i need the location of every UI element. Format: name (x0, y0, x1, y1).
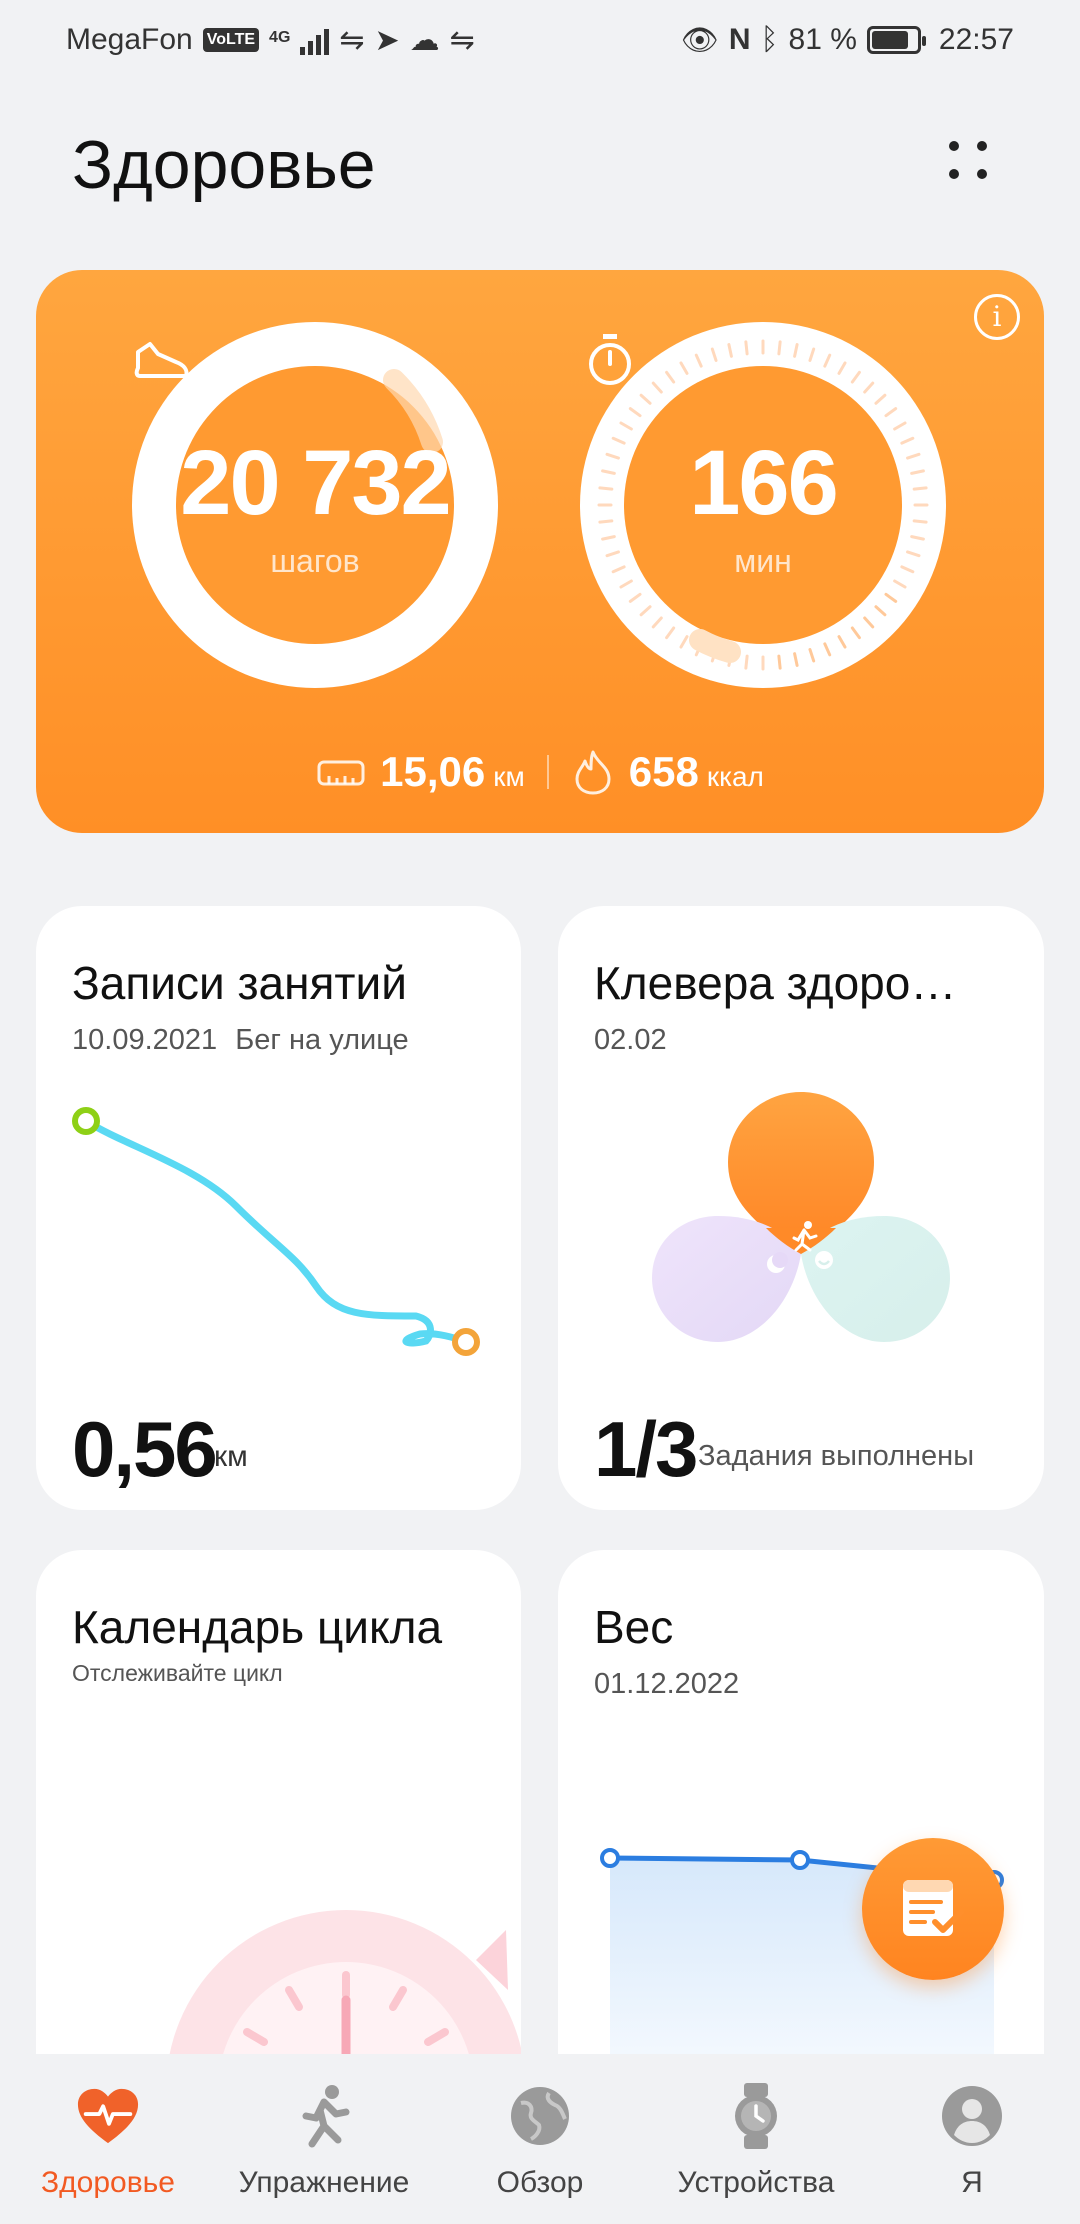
clover-progress-value: 1/3 (594, 1405, 698, 1493)
battery-percent: 81 % (788, 23, 857, 56)
page-title: Здоровье (72, 127, 376, 203)
nav-label: Здоровье (41, 2166, 175, 2199)
bluetooth-icon: ᛒ (760, 23, 779, 56)
route-map (72, 1107, 480, 1356)
heart-pulse-icon (77, 2088, 139, 2144)
card-title: Вес (594, 1601, 674, 1653)
clover-progress-caption: Задания выполнены (698, 1440, 975, 1472)
steps-ring[interactable]: 20 732 шагов (132, 322, 498, 688)
weight-point (600, 1848, 620, 1868)
network-type: 4G (269, 28, 291, 46)
nav-label: Я (961, 2166, 983, 2199)
distance-unit: км (493, 761, 525, 792)
nav-item-overview[interactable]: Обзор (432, 2054, 648, 2224)
distance-value: 15,06 (380, 748, 486, 795)
info-icon[interactable]: i (974, 294, 1020, 340)
workout-distance-unit: км (214, 1440, 248, 1473)
status-bar: MegaFon VoLTE 4G ⇋ ➤ ☁ ⇋ 👁 N ᛒ 81 % 22:5… (0, 0, 1080, 80)
nav-item-exercise[interactable]: Упражнение (216, 2054, 432, 2224)
workout-type: Бег на улице (235, 1024, 409, 1056)
calories-unit: ккал (706, 761, 764, 792)
workout-distance-value: 0,56 (72, 1405, 218, 1493)
person-icon (942, 2086, 1002, 2146)
carrier-name: MegaFon (66, 23, 193, 56)
eye-icon: 👁 (680, 23, 719, 57)
watch-icon (735, 2083, 777, 2149)
telegram-icon: ➤ (374, 23, 400, 57)
nfc-icon: N (728, 23, 751, 56)
workout-subtitle: 10.09.2021 Бег на улице (72, 1024, 409, 1057)
card-title: Календарь цикла (72, 1601, 443, 1653)
nav-label: Упражнение (238, 2166, 410, 2199)
ruler-icon (317, 760, 365, 786)
card-title: Клевера здоро… (594, 957, 957, 1009)
calories-value: 658 (628, 748, 699, 795)
clover-graphic (652, 1092, 950, 1342)
globe-icon (511, 2087, 569, 2145)
nav-label: Устройства (677, 2166, 835, 2199)
workout-records-card[interactable]: Записи занятий 10.09.2021 Бег на улице 0… (36, 906, 521, 1510)
nav-item-health[interactable]: Здоровье (0, 2054, 216, 2224)
battery-icon (866, 26, 926, 54)
weight-point (790, 1850, 810, 1870)
steps-unit: шагов (270, 542, 360, 579)
activity-summary-card[interactable]: i 20 732 шагов 166 мин 15,06 км 658 ккал (36, 270, 1044, 833)
calories-stat: 658 ккал (571, 748, 764, 796)
steps-value: 20 732 (180, 431, 451, 534)
clover-date: 02.02 (594, 1024, 667, 1056)
route-start-marker (72, 1107, 100, 1135)
shoe-icon (134, 342, 189, 378)
workout-date: 10.09.2021 (72, 1024, 218, 1056)
task-fab-button[interactable] (862, 1838, 1004, 1980)
bottom-navigation: Здоровье Упражнение Обзор Устройства Я (0, 2054, 1080, 2224)
health-clover-card[interactable]: Клевера здоро… 02.02 1/3 Задания выполне… (558, 906, 1044, 1510)
card-title: Записи занятий (72, 957, 407, 1009)
clock: 22:57 (938, 23, 1014, 56)
nav-item-devices[interactable]: Устройства (648, 2054, 864, 2224)
stopwatch-icon (589, 334, 631, 385)
link-icon: ⇋ (449, 23, 475, 57)
route-end-marker (452, 1328, 480, 1356)
nav-label: Обзор (496, 2166, 584, 2199)
minutes-unit: мин (734, 542, 792, 579)
nav-item-me[interactable]: Я (864, 2054, 1080, 2224)
activity-stats: 15,06 км 658 ккал (36, 748, 1044, 796)
flame-icon (575, 750, 611, 795)
cloud-icon: ☁ (409, 23, 440, 57)
more-dots-icon[interactable] (938, 130, 998, 190)
smile-icon (815, 1251, 833, 1269)
minutes-ring[interactable]: 166 мин (580, 322, 946, 688)
weight-date: 01.12.2022 (594, 1668, 740, 1700)
checklist-icon (903, 1880, 964, 1936)
signal-icon (300, 25, 330, 55)
distance-stat: 15,06 км (316, 748, 525, 796)
link-icon: ⇋ (339, 23, 365, 57)
runner-icon (302, 2085, 350, 2148)
volte-badge: VoLTE (202, 28, 260, 52)
cycle-subtitle: Отслеживайте цикл (72, 1660, 283, 1686)
minutes-value: 166 (689, 431, 838, 534)
stats-divider (546, 755, 549, 789)
